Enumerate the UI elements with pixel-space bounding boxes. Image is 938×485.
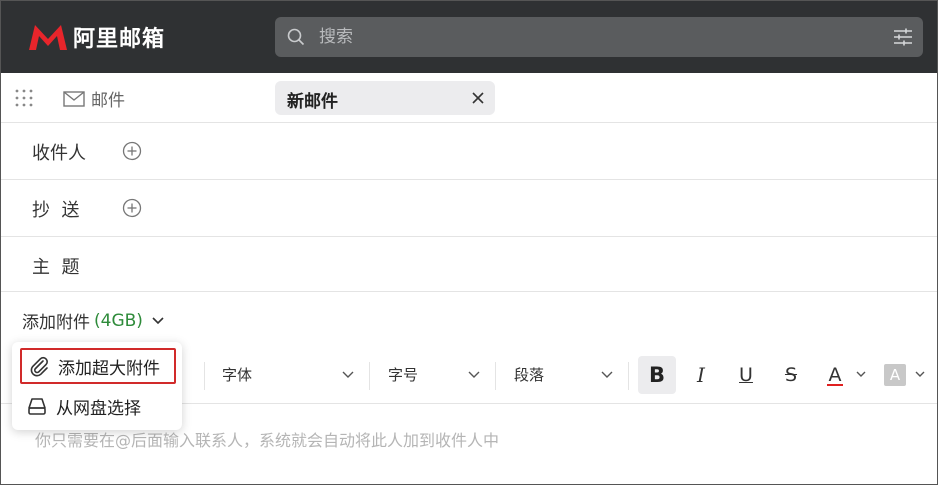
strikethrough-button[interactable]: S <box>772 356 810 394</box>
tab-new-mail[interactable]: 新邮件 <box>275 81 495 115</box>
paragraph-label: 段落 <box>514 366 545 384</box>
tab-bar: 邮件 新邮件 <box>1 73 937 123</box>
compose-window: 阿里邮箱 搜索 邮件 新邮件 收件人 抄 送 主 题 添加附件 (4GB) 字体… <box>0 0 938 485</box>
add-attachment-button[interactable]: 添加附件 (4GB) <box>22 308 165 333</box>
subject-label: 主 题 <box>32 257 80 278</box>
bold-button[interactable]: B <box>638 356 676 394</box>
to-label: 收件人 <box>32 143 86 164</box>
toolbar-divider <box>628 362 629 390</box>
menu-item-large-attachment[interactable]: 添加超大附件 <box>20 348 176 384</box>
cc-label: 抄 送 <box>32 200 80 221</box>
font-color-button[interactable]: A <box>816 356 854 394</box>
attachment-row: 添加附件 (4GB) <box>1 292 937 348</box>
chevron-down-icon <box>152 316 164 324</box>
font-size-select[interactable]: 字号 <box>388 364 480 385</box>
font-color-glyph: A <box>828 364 842 386</box>
apps-grid-icon[interactable] <box>15 89 33 107</box>
font-family-select[interactable]: 字体 <box>222 364 354 385</box>
filter-settings-icon[interactable] <box>893 28 913 46</box>
add-cc-icon[interactable] <box>122 198 142 218</box>
menu-item-label: 从网盘选择 <box>56 398 141 419</box>
app-logo[interactable]: 阿里邮箱 <box>27 21 165 53</box>
attachment-label: 添加附件 <box>22 313 90 333</box>
top-bar: 阿里邮箱 <box>1 1 937 73</box>
toolbar-divider <box>204 362 205 390</box>
envelope-icon <box>63 90 85 107</box>
mail-nav-label: 邮件 <box>91 91 125 111</box>
underline-button[interactable]: U <box>727 356 765 394</box>
chevron-down-icon <box>601 371 613 378</box>
attachment-size: (4GB) <box>94 310 143 331</box>
highlight-chevron-icon[interactable] <box>915 371 925 378</box>
cc-field[interactable]: 抄 送 <box>1 180 937 237</box>
to-field[interactable]: 收件人 <box>1 123 937 180</box>
app-name: 阿里邮箱 <box>73 27 166 52</box>
font-color-swatch <box>827 384 843 386</box>
highlight-color-button[interactable]: A <box>884 364 906 386</box>
drive-icon <box>28 398 46 415</box>
attachment-menu: 添加超大附件 从网盘选择 <box>12 342 182 430</box>
chevron-down-icon <box>342 371 354 378</box>
font-family-label: 字体 <box>222 366 253 384</box>
search-input[interactable] <box>319 17 879 57</box>
paperclip-icon <box>30 356 48 377</box>
toolbar-divider <box>495 362 496 390</box>
paragraph-select[interactable]: 段落 <box>514 364 613 385</box>
italic-button[interactable]: I <box>682 356 720 394</box>
toolbar-divider <box>369 362 370 390</box>
search-box <box>275 17 923 57</box>
editor-placeholder[interactable]: 你只需要在@后面输入联系人，系统就会自动将此人加到收件人中 <box>35 427 499 451</box>
brand-m-icon <box>29 25 67 50</box>
tab-label: 新邮件 <box>287 92 338 112</box>
close-icon[interactable] <box>470 90 486 106</box>
search-icon[interactable] <box>287 28 305 46</box>
add-recipient-icon[interactable] <box>122 141 142 161</box>
font-color-chevron-icon[interactable] <box>856 371 866 378</box>
subject-field[interactable]: 主 题 <box>1 237 937 292</box>
mail-nav-item[interactable]: 邮件 <box>63 86 125 111</box>
chevron-down-icon <box>468 371 480 378</box>
menu-item-label: 添加超大附件 <box>58 358 160 379</box>
font-size-label: 字号 <box>388 366 419 384</box>
menu-item-cloud-drive[interactable]: 从网盘选择 <box>20 388 176 424</box>
